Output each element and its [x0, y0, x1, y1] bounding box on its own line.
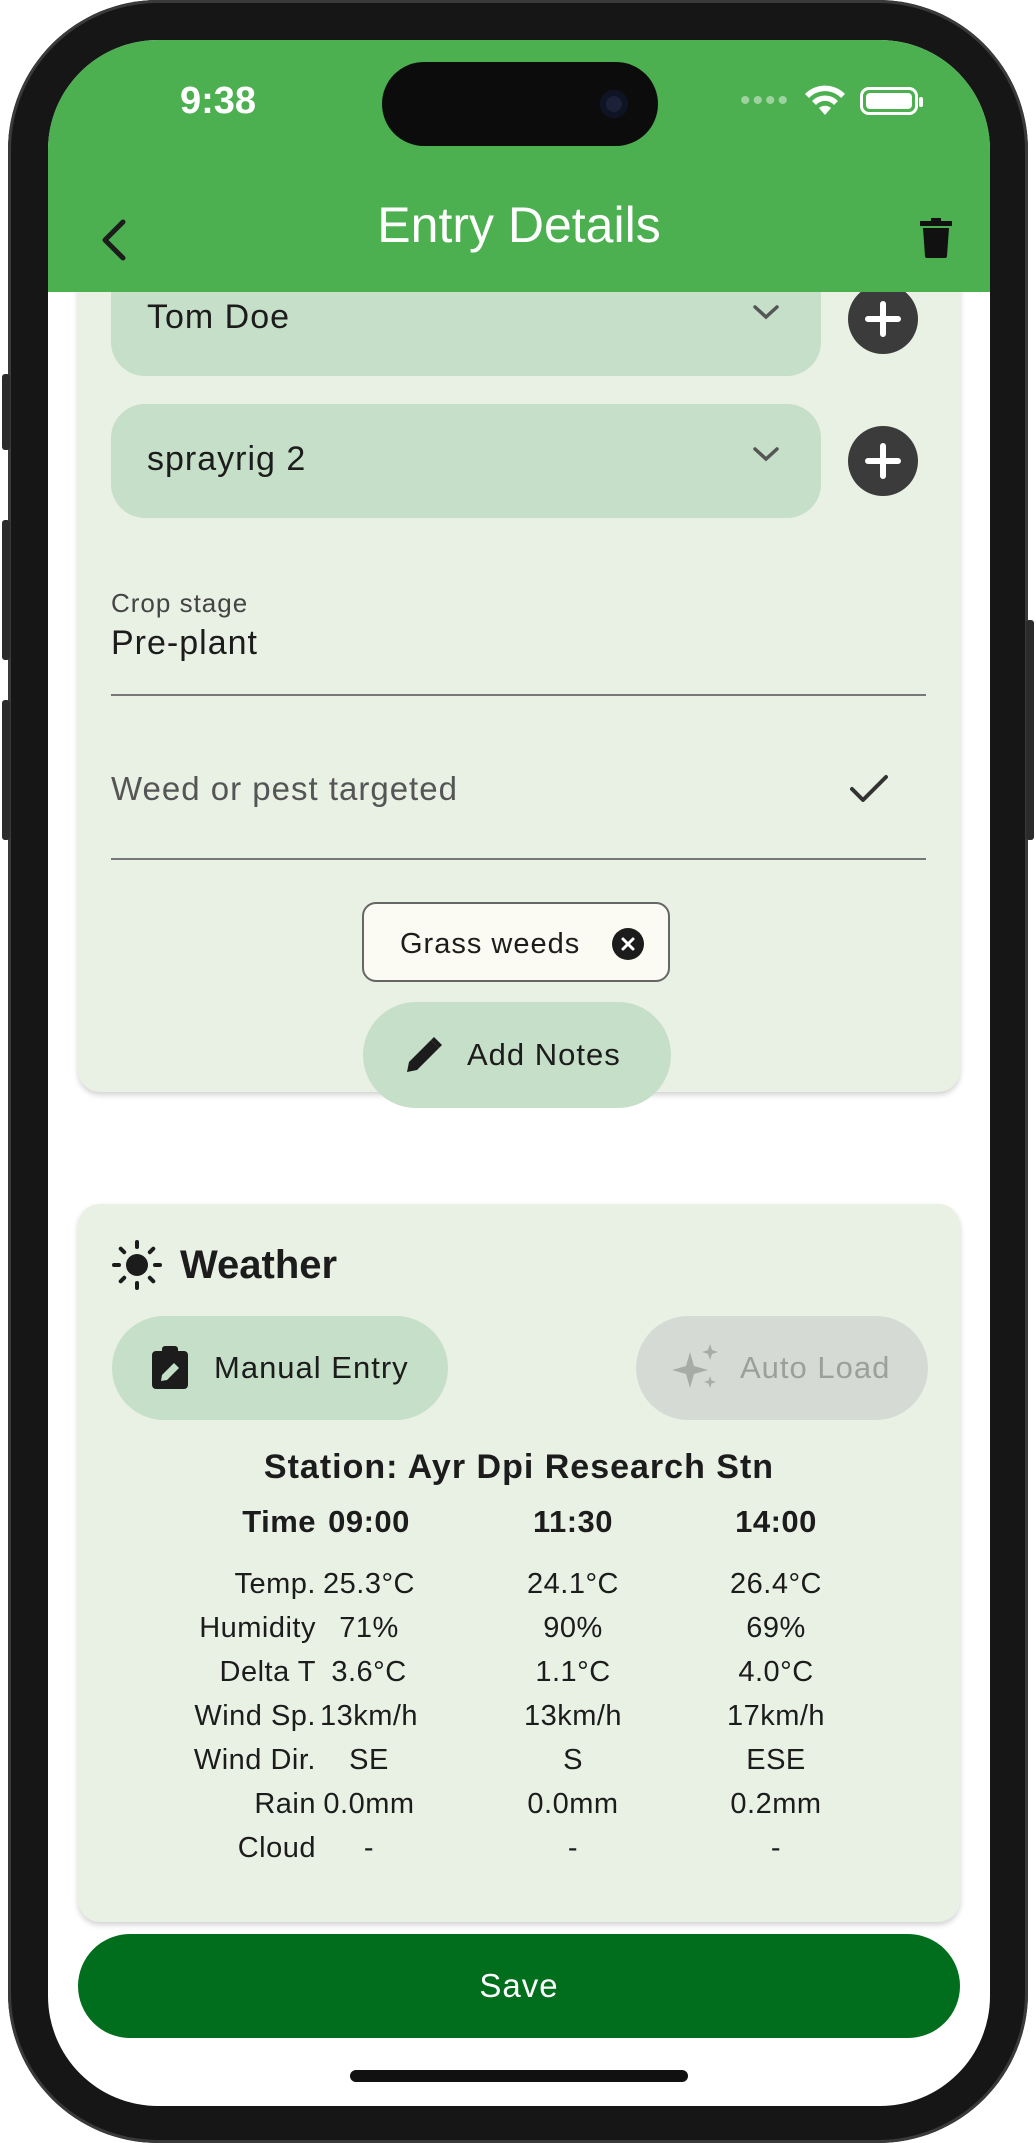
table-row: Cloud - - -: [78, 1832, 960, 1876]
page-title: Entry Details: [377, 197, 661, 253]
table-cell: 25.3°C: [323, 1568, 415, 1600]
time-column-header: 14:00: [735, 1504, 817, 1539]
check-icon[interactable]: [848, 772, 890, 806]
table-cell: 24.1°C: [527, 1568, 619, 1600]
add-equipment-button[interactable]: [848, 426, 918, 496]
trash-icon: [920, 218, 952, 258]
add-operator-button[interactable]: [848, 292, 918, 354]
table-cell: 4.0°C: [738, 1656, 814, 1688]
screen: 9:38 •••• Entry Details Tom Doe sprayrig…: [48, 40, 990, 2106]
table-cell: 13km/h: [523, 1700, 623, 1732]
table-row: Wind Dir. SE S ESE: [78, 1744, 960, 1788]
add-notes-label: Add Notes: [467, 1037, 621, 1072]
side-button-left-1: [2, 374, 10, 450]
crop-stage-field[interactable]: Pre-plant: [111, 624, 258, 663]
table-cell: -: [363, 1832, 375, 1864]
clipboard-edit-icon: [152, 1346, 188, 1389]
camera-icon: [600, 90, 628, 118]
table-cell: SE: [349, 1744, 389, 1776]
table-row: Humidity 71% 90% 69%: [78, 1612, 960, 1656]
table-cell: 1.1°C: [535, 1656, 611, 1688]
auto-load-label: Auto Load: [740, 1350, 891, 1385]
weed-pest-underline: [111, 858, 926, 860]
time-column-header: 09:00: [328, 1504, 410, 1539]
chevron-down-icon: [753, 305, 779, 320]
table-cell: 71%: [339, 1612, 399, 1644]
table-cell: 3.6°C: [331, 1656, 407, 1688]
weather-title: Weather: [180, 1242, 338, 1287]
table-cell: 0.0mm: [323, 1788, 415, 1820]
table-cell: ESE: [746, 1744, 806, 1776]
entry-form-card: Tom Doe sprayrig 2 Crop stage Pre-plant …: [78, 292, 960, 1108]
pencil-icon: [407, 1037, 442, 1072]
time-column-header: 11:30: [532, 1504, 614, 1539]
home-indicator[interactable]: [350, 2070, 688, 2082]
table-cell: 0.2mm: [730, 1788, 822, 1820]
manual-entry-label: Manual Entry: [214, 1350, 409, 1385]
auto-load-button[interactable]: Auto Load: [636, 1316, 928, 1420]
table-cell: 26.4°C: [730, 1568, 822, 1600]
side-button-left-2: [2, 520, 10, 660]
table-cell: S: [563, 1744, 583, 1776]
operator-value: Tom Doe: [147, 298, 291, 336]
sun-icon: [112, 1240, 162, 1290]
close-circle-icon[interactable]: [612, 928, 644, 960]
weather-header: Weather: [112, 1240, 337, 1290]
app-bar: 9:38 •••• Entry Details: [48, 40, 990, 292]
battery-icon: [860, 87, 923, 115]
save-button[interactable]: Save: [78, 1934, 960, 2038]
side-button-right: [1026, 620, 1034, 840]
sparkles-icon: [672, 1344, 718, 1388]
station-name: Station: Ayr Dpi Research Stn: [263, 1448, 775, 1486]
weed-pest-input[interactable]: Weed or pest targeted: [111, 770, 458, 808]
table-cell: 90%: [543, 1612, 603, 1644]
equipment-value: sprayrig 2: [147, 440, 307, 478]
plus-icon: [865, 301, 901, 337]
crop-stage-underline: [111, 694, 926, 696]
table-cell: 69%: [746, 1612, 806, 1644]
plus-icon: [865, 443, 901, 479]
manual-entry-button[interactable]: Manual Entry: [112, 1316, 448, 1420]
table-cell: -: [567, 1832, 579, 1864]
dynamic-island: [382, 62, 658, 146]
status-icons: ••••: [739, 84, 923, 118]
table-row: Temp. 25.3°C 24.1°C 26.4°C: [78, 1568, 960, 1612]
status-time: 9:38: [180, 80, 257, 122]
operator-dropdown[interactable]: Tom Doe: [111, 292, 821, 376]
chip-label: Grass weeds: [400, 928, 581, 960]
signal-icon: ••••: [739, 84, 790, 117]
delete-button[interactable]: [906, 208, 966, 268]
grass-weeds-chip[interactable]: Grass weeds: [362, 902, 670, 982]
table-row: Delta T 3.6°C 1.1°C 4.0°C: [78, 1656, 960, 1700]
crop-stage-label: Crop stage: [111, 588, 249, 618]
wifi-icon: [805, 85, 845, 115]
table-cell: 17km/h: [726, 1700, 826, 1732]
table-row: Rain 0.0mm 0.0mm 0.2mm: [78, 1788, 960, 1832]
chevron-down-icon: [753, 447, 779, 462]
table-cell: 0.0mm: [527, 1788, 619, 1820]
table-cell: 13km/h: [319, 1700, 419, 1732]
weather-card: Weather Manual Entry Auto Load Station: …: [78, 1204, 960, 1922]
table-row: Wind Sp. 13km/h 13km/h 17km/h: [78, 1700, 960, 1744]
add-notes-button[interactable]: Add Notes: [363, 1002, 671, 1108]
scroll-content[interactable]: Tom Doe sprayrig 2 Crop stage Pre-plant …: [48, 292, 990, 2106]
side-button-left-3: [2, 700, 10, 840]
equipment-dropdown[interactable]: sprayrig 2: [111, 404, 821, 518]
table-cell: -: [770, 1832, 782, 1864]
table-header-row: Time 09:00 11:30 14:00: [78, 1504, 960, 1548]
